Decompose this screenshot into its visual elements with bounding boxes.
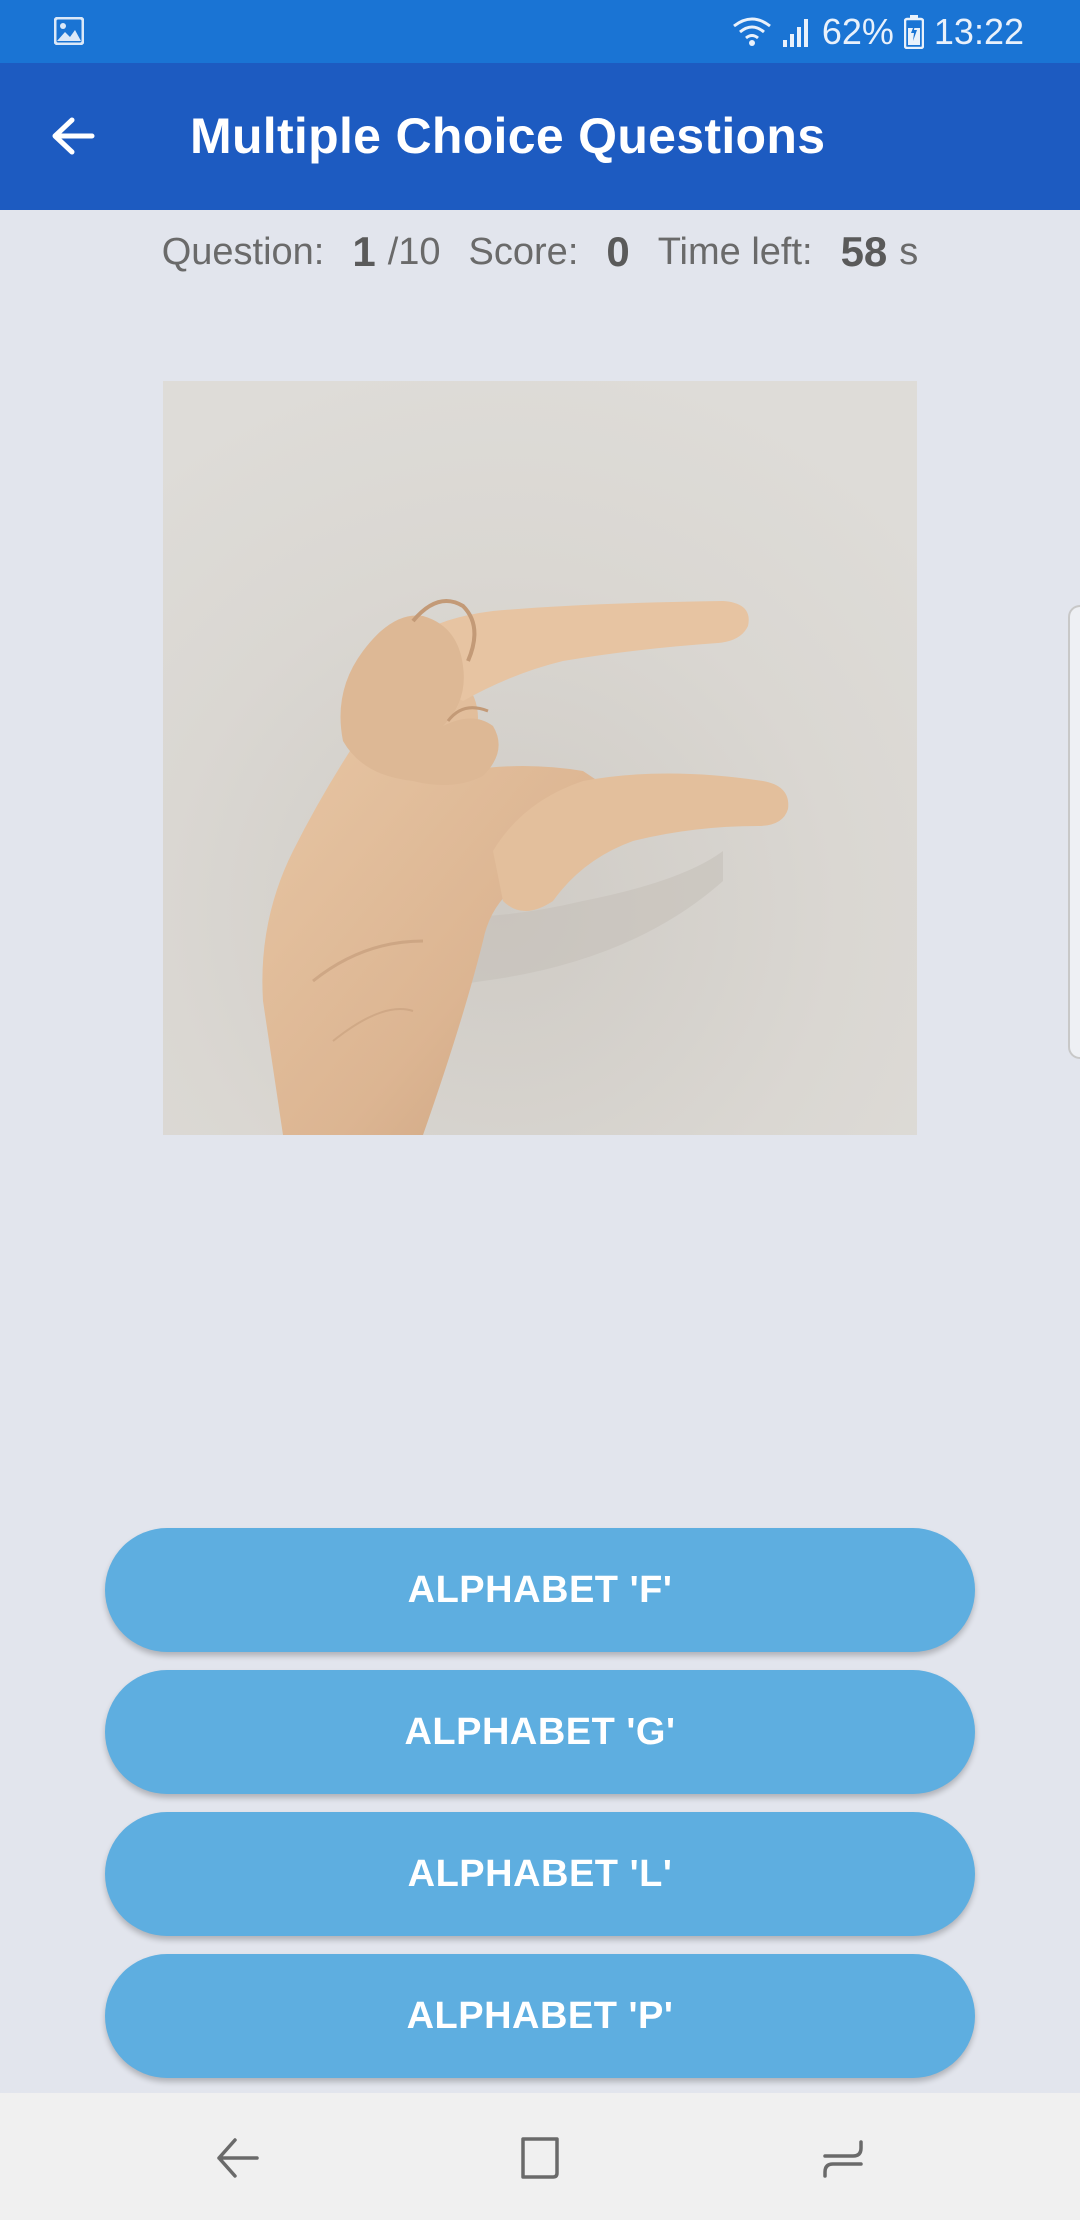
question-label: Question: <box>161 230 325 273</box>
nav-recents-icon <box>823 2140 863 2178</box>
score-value: 0 <box>606 228 630 275</box>
signal-icon <box>782 18 808 47</box>
status-bar: 62% 13:22 <box>0 0 1080 63</box>
arrow-left-icon <box>52 117 95 155</box>
nav-recents-button[interactable] <box>808 2123 878 2193</box>
battery-percent: 62% <box>821 10 894 52</box>
quiz-stats-row: Question: 1 /10 Score: 0 Time left: 58 s <box>0 210 1080 294</box>
app-bar: Multiple Choice Questions <box>0 63 1080 210</box>
time-left-value: 58 <box>840 228 888 275</box>
battery-icon <box>903 14 924 49</box>
question-total: /10 <box>387 230 441 273</box>
wifi-icon <box>732 17 771 46</box>
gallery-notification-icon <box>54 17 84 45</box>
score-label: Score: <box>468 230 579 273</box>
hand-sign-photo <box>163 381 917 1135</box>
answer-button-4[interactable]: ALPHABET 'P' <box>105 1954 975 2078</box>
quiz-screen: 62% 13:22 Multiple Choice Questions Ques… <box>0 0 1080 2220</box>
nav-home-icon <box>521 2137 559 2179</box>
status-right-group: 62% 13:22 <box>732 0 1024 63</box>
answer-button-3[interactable]: ALPHABET 'L' <box>105 1812 975 1936</box>
side-edge-handle[interactable] <box>1068 605 1080 1059</box>
nav-back-icon <box>217 2138 259 2178</box>
page-title: Multiple Choice Questions <box>190 108 826 164</box>
answer-button-1[interactable]: ALPHABET 'F' <box>105 1528 975 1652</box>
nav-home-button[interactable] <box>505 2123 575 2193</box>
question-image <box>163 381 917 1135</box>
question-number: 1 <box>352 228 376 275</box>
system-nav-bar <box>0 2093 1080 2220</box>
back-button[interactable] <box>38 101 108 171</box>
status-time: 13:22 <box>933 10 1024 52</box>
time-unit: s <box>899 230 919 273</box>
answer-button-2[interactable]: ALPHABET 'G' <box>105 1670 975 1794</box>
time-left-label: Time left: <box>657 230 813 273</box>
nav-back-button[interactable] <box>202 2123 272 2193</box>
